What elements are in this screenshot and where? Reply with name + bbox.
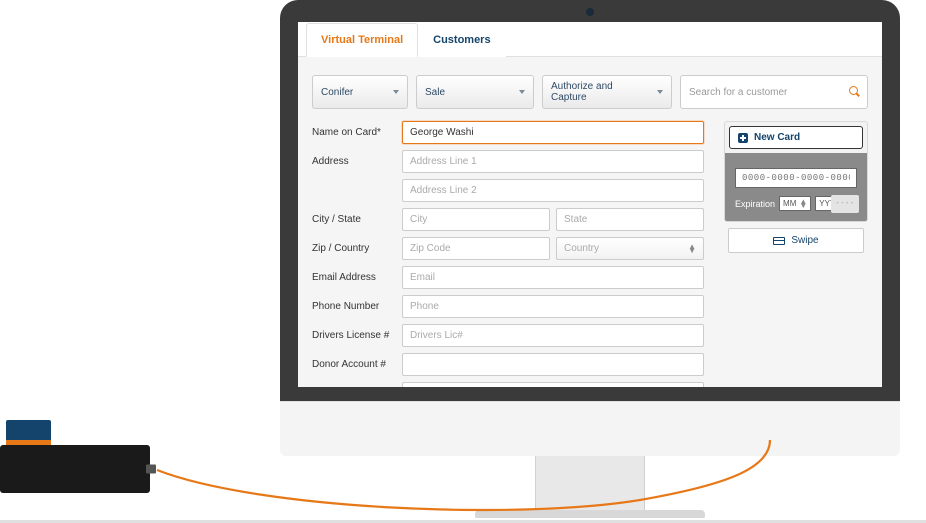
screen: Virtual Terminal Customers Conifer Sale … (298, 22, 882, 387)
card-brand-icon: • • • • (831, 195, 859, 213)
expiration-label: Expiration (735, 199, 775, 209)
caret-down-icon (393, 90, 399, 94)
country-placeholder: Country (564, 243, 599, 254)
search-icon (849, 86, 861, 98)
swipe-icon (773, 237, 785, 245)
address1-input[interactable] (402, 150, 704, 173)
new-card-dropdown[interactable]: New Card (729, 126, 863, 149)
swipe-button[interactable]: Swipe (728, 228, 864, 253)
txn-type-dropdown[interactable]: Sale (416, 75, 534, 109)
card-column: New Card Expiration MM ▲▼ (724, 121, 868, 387)
address2-input[interactable] (402, 179, 704, 202)
card-number-input[interactable] (735, 168, 857, 188)
merchant-value: Conifer (321, 87, 353, 98)
label-name: Name on Card* (312, 127, 402, 138)
customer-form: Name on Card* Address City / State (312, 121, 704, 387)
name-input[interactable] (402, 121, 704, 144)
email-input[interactable] (402, 266, 704, 289)
device-port-icon (146, 465, 156, 474)
label-phone: Phone Number (312, 301, 402, 312)
label-zip-country: Zip / Country (312, 243, 402, 254)
label-dl: Drivers License # (312, 330, 402, 341)
phone-input[interactable] (402, 295, 704, 318)
monitor-stand-base (475, 510, 705, 518)
control-row: Conifer Sale Authorize and Capture (298, 57, 882, 121)
donor-input[interactable] (402, 353, 704, 376)
tab-bar: Virtual Terminal Customers (298, 22, 882, 57)
camera-icon (586, 8, 594, 16)
auth-mode-value: Authorize and Capture (551, 81, 651, 103)
country-select[interactable]: Country ▲▼ (556, 237, 704, 260)
label-email: Email Address (312, 272, 402, 283)
monitor: Virtual Terminal Customers Conifer Sale … (280, 0, 900, 518)
dl-input[interactable] (402, 324, 704, 347)
card-reader-device (0, 445, 150, 493)
new-card-label: New Card (754, 132, 800, 143)
txn-type-value: Sale (425, 87, 445, 98)
label-city-state: City / State (312, 214, 402, 225)
city-input[interactable] (402, 208, 550, 231)
label-address: Address (312, 156, 402, 167)
plus-icon (738, 133, 748, 143)
customer-search-input[interactable] (689, 82, 849, 103)
auth-mode-dropdown[interactable]: Authorize and Capture (542, 75, 672, 109)
caret-down-icon (657, 90, 663, 94)
exp-month-select[interactable]: MM ▲▼ (779, 196, 811, 211)
monitor-bezel: Virtual Terminal Customers Conifer Sale … (280, 0, 900, 401)
label-donor: Donor Account # (312, 359, 402, 370)
caret-down-icon (519, 90, 525, 94)
swipe-label: Swipe (791, 235, 818, 246)
card-body: Expiration MM ▲▼ YYYY ▲▼ • • • (725, 153, 867, 221)
zip-input[interactable] (402, 237, 550, 260)
cid2-input[interactable] (402, 382, 704, 387)
updown-icon: ▲▼ (688, 245, 696, 253)
customer-search[interactable] (680, 75, 868, 109)
monitor-chin (280, 401, 900, 456)
credit-card-prop-icon (6, 420, 51, 446)
monitor-stand-neck (535, 456, 645, 511)
updown-icon: ▲▼ (799, 200, 807, 208)
tab-virtual-terminal[interactable]: Virtual Terminal (306, 23, 418, 57)
merchant-dropdown[interactable]: Conifer (312, 75, 408, 109)
state-input[interactable] (556, 208, 704, 231)
card-panel: New Card Expiration MM ▲▼ (724, 121, 868, 222)
tab-customers[interactable]: Customers (418, 23, 505, 57)
main-columns: Name on Card* Address City / State (298, 121, 882, 387)
